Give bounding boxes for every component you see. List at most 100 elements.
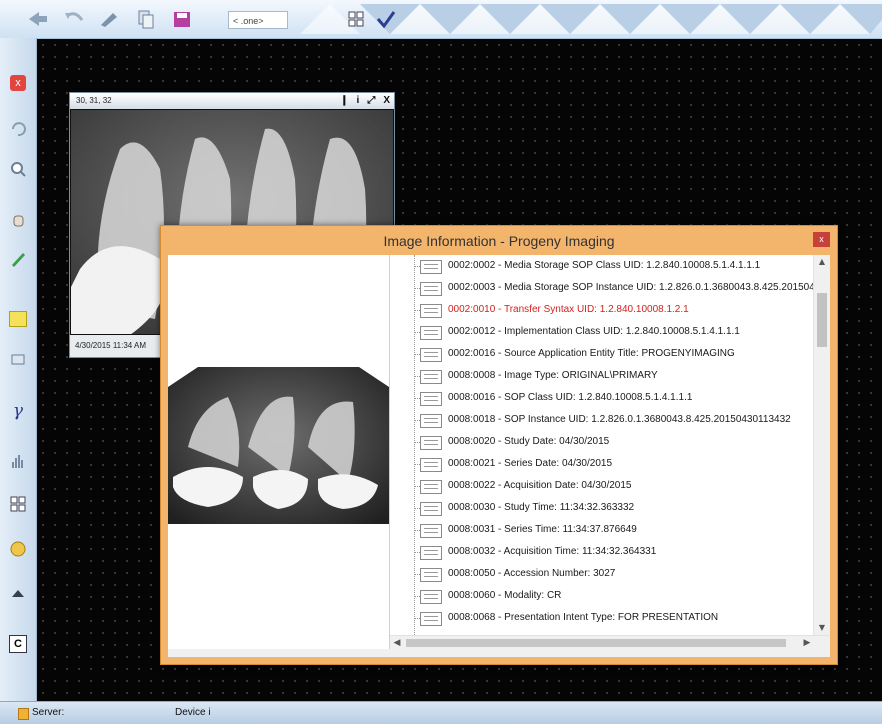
grid-tool-icon[interactable] [5,493,31,515]
tooth-icon[interactable]: ❙ [340,93,348,109]
document-icon [420,304,442,318]
tree-row[interactable]: 0002:0003 - Media Storage SOP Instance U… [390,277,830,299]
close-icon[interactable]: X [383,93,390,109]
tree-row[interactable]: 0008:0060 - Modality: CR [390,585,830,607]
thumbnail-timestamp: 4/30/2015 11:34 AM [75,341,147,350]
c-icon[interactable]: C [5,633,31,655]
thumbnail-title: 30, 31, 32 [76,96,112,105]
copy-icon[interactable] [132,6,160,32]
document-icon [420,370,442,384]
rotate-icon[interactable] [5,118,31,140]
image-preview-pane [168,255,390,657]
document-icon [420,590,442,604]
scroll-up-icon[interactable]: ▲ [814,255,830,269]
tree-row-label: 0002:0002 - Media Storage SOP Class UID:… [448,260,761,271]
tree-row[interactable]: 0002:0012 - Implementation Class UID: 1.… [390,321,830,343]
tree-row[interactable]: 0008:0050 - Accession Number: 3027 [390,563,830,585]
dialog-close-button[interactable]: x [813,232,830,247]
document-icon [420,348,442,362]
scroll-right-icon[interactable]: ▶ [800,636,814,650]
tree-row-label: 0008:0068 - Presentation Intent Type: FO… [448,612,719,623]
tree-row-label: 0008:0030 - Study Time: 11:34:32.363332 [448,502,635,513]
note-icon[interactable] [5,308,31,330]
close-icon[interactable]: x [5,72,31,94]
tree-row-label: 0008:0008 - Image Type: ORIGINAL\PRIMARY [448,370,658,381]
document-icon [420,326,442,340]
pencil-icon[interactable] [95,6,123,32]
flip-icon[interactable] [5,348,31,370]
tree-row[interactable]: 0008:0020 - Study Date: 04/30/2015 [390,431,830,453]
pen-icon[interactable] [5,248,31,270]
server-label: Server: [32,707,65,718]
document-icon [420,458,442,472]
grid-icon[interactable] [342,6,370,32]
tree-row[interactable]: 0008:0030 - Study Time: 11:34:32.363332 [390,497,830,519]
tree-row-label: 0008:0032 - Acquisition Time: 11:34:32.3… [448,546,657,557]
tree-row-label: 0002:0010 - Transfer Syntax UID: 1.2.840… [448,304,689,315]
tree-row-label: 0008:0021 - Series Date: 04/30/2015 [448,458,613,469]
save-icon[interactable] [168,6,196,32]
document-icon [420,436,442,450]
document-icon [420,612,442,626]
tree-row-label: 0008:0022 - Acquisition Date: 04/30/2015 [448,480,632,491]
tree-row[interactable]: 0002:0010 - Transfer Syntax UID: 1.2.840… [390,299,830,321]
dialog-title: Image Information - Progeny Imaging [383,233,615,249]
hand-icon[interactable] [5,208,31,230]
status-bar: Server: Device i [0,701,882,724]
tree-row[interactable]: 0008:0021 - Series Date: 04/30/2015 [390,453,830,475]
info-icon[interactable]: i [357,93,360,109]
device-label: Device i [175,707,211,718]
magnify-icon[interactable] [5,158,31,180]
tree-row-label: 0008:0060 - Modality: CR [448,590,562,601]
tree-row[interactable]: 0002:0002 - Media Storage SOP Class UID:… [390,255,830,277]
scroll-down-icon[interactable]: ▼ [814,621,830,635]
undo-icon[interactable] [60,6,88,32]
up-arrow-icon[interactable] [5,583,31,605]
tree-row[interactable]: 0008:0018 - SOP Instance UID: 1.2.826.0.… [390,409,830,431]
tree-row-label: 0008:0018 - SOP Instance UID: 1.2.826.0.… [448,414,791,425]
scroll-left-icon[interactable]: ◀ [390,636,404,650]
document-icon [420,282,442,296]
vertical-scrollbar[interactable]: ▲ ▼ [813,255,830,635]
tree-row-label: 0008:0031 - Series Time: 11:34:37.876649 [448,524,637,535]
tree-row-label: 0002:0016 - Source Application Entity Ti… [448,348,735,359]
expand-icon[interactable]: ⤢ [367,93,375,109]
vertical-scroll-thumb[interactable] [817,293,827,347]
server-icon [18,708,29,720]
tree-row[interactable]: 0008:0032 - Acquisition Time: 11:34:32.3… [390,541,830,563]
tree-row-label: 0008:0016 - SOP Class UID: 1.2.840.10008… [448,392,693,403]
xray-preview-image [168,367,389,524]
horizontal-scrollbar[interactable]: ◀ ▶ [390,635,830,650]
tree-row[interactable]: 0008:0022 - Acquisition Date: 04/30/2015 [390,475,830,497]
back-arrow-icon[interactable] [24,6,52,32]
top-toolbar: < .one> [0,0,882,39]
document-icon [420,502,442,516]
tree-row-label: 0002:0003 - Media Storage SOP Instance U… [448,282,830,293]
dicom-tag-tree[interactable]: 0002:0002 - Media Storage SOP Class UID:… [390,255,830,635]
dialog-body: 0002:0002 - Media Storage SOP Class UID:… [168,255,830,657]
thumbnail-titlebar[interactable]: 30, 31, 32 ❙ i ⤢ X [70,93,394,109]
palette-icon[interactable] [5,538,31,560]
document-icon [420,414,442,428]
horizontal-scroll-thumb[interactable] [406,639,786,647]
tree-row-label: 0002:0012 - Implementation Class UID: 1.… [448,326,740,337]
document-icon [420,546,442,560]
tree-row-label: 0008:0020 - Study Date: 04/30/2015 [448,436,610,447]
document-icon [420,480,442,494]
tree-row-label: 0008:0050 - Accession Number: 3027 [448,568,616,579]
document-icon [420,260,442,274]
tree-row[interactable]: 0008:0008 - Image Type: ORIGINAL\PRIMARY [390,365,830,387]
image-information-dialog[interactable]: Image Information - Progeny Imaging x 00… [160,225,838,665]
tree-row[interactable]: 0002:0016 - Source Application Entity Ti… [390,343,830,365]
left-toolbar: x γ C [0,38,37,701]
dialog-resize-grip[interactable] [168,649,830,657]
gamma-icon[interactable]: γ [5,400,31,422]
document-icon [420,524,442,538]
document-icon [420,568,442,582]
tree-row[interactable]: 0008:0068 - Presentation Intent Type: FO… [390,607,830,629]
tree-row[interactable]: 0008:0031 - Series Time: 11:34:37.876649 [390,519,830,541]
zone-selector[interactable]: < .one> [228,11,288,29]
tree-row[interactable]: 0008:0016 - SOP Class UID: 1.2.840.10008… [390,387,830,409]
check-icon[interactable] [372,6,400,32]
histogram-icon[interactable] [5,450,31,472]
